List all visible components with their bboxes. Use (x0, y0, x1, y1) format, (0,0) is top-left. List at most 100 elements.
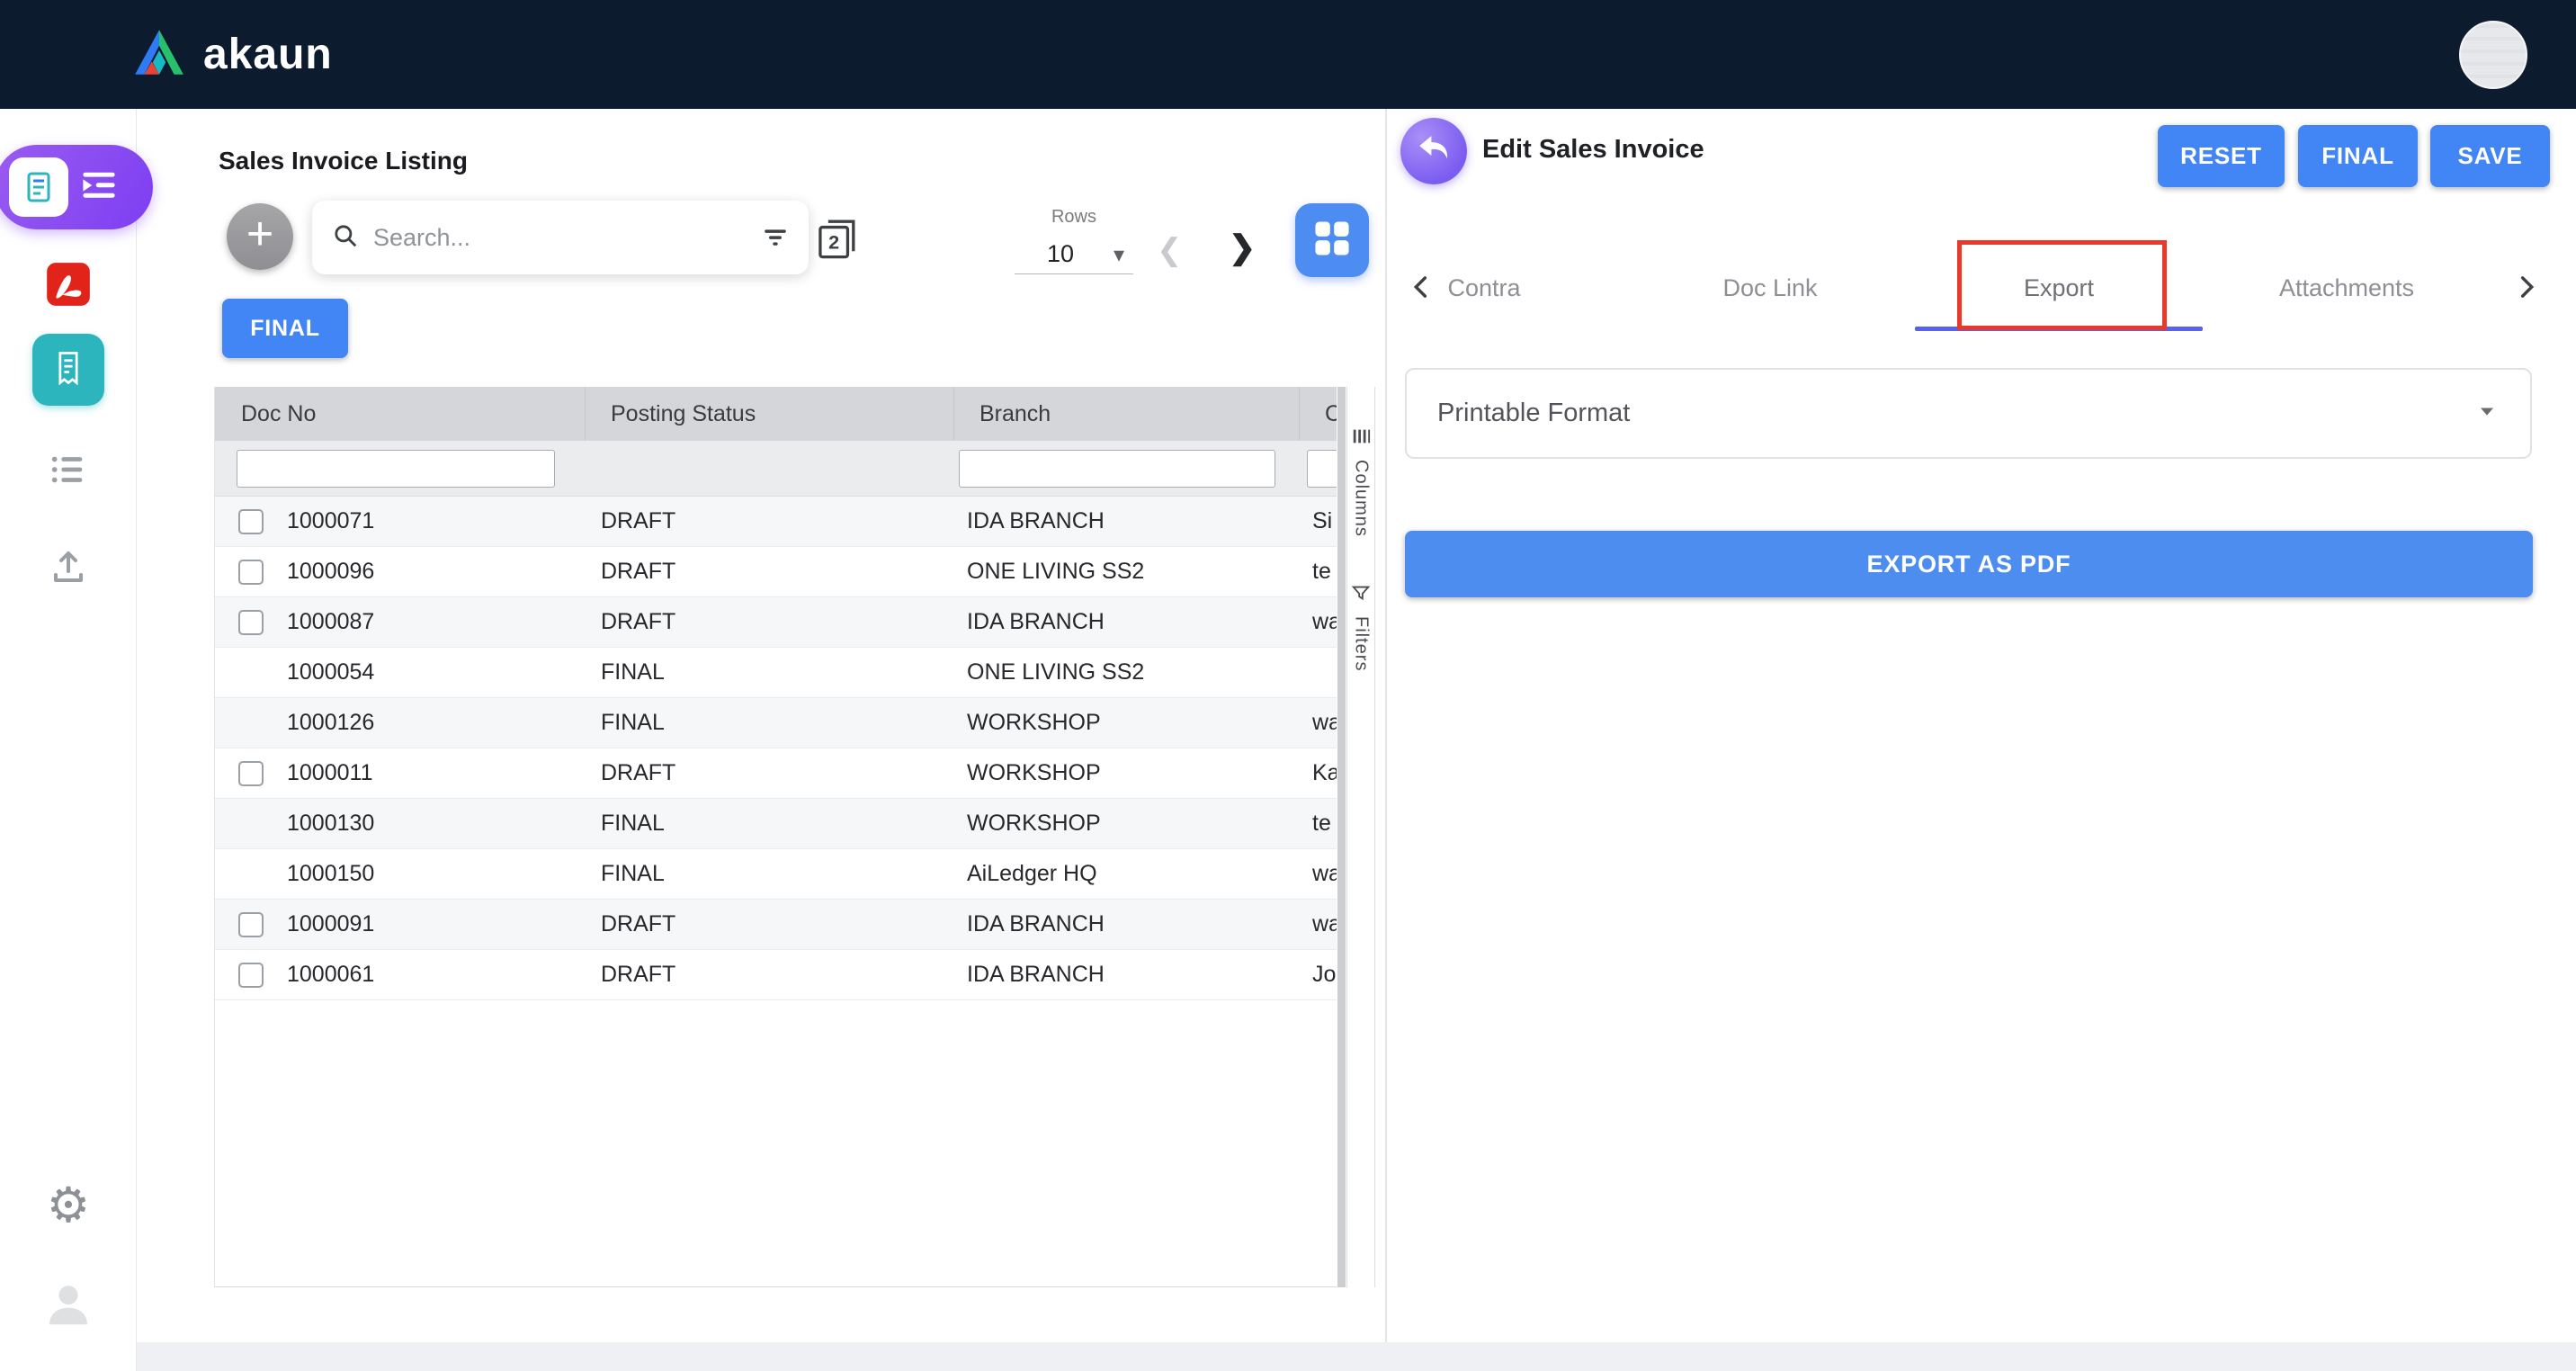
active-app-pill[interactable] (0, 145, 153, 229)
editor-title: Edit Sales Invoice (1482, 135, 1704, 165)
search-input[interactable] (373, 224, 747, 252)
cell-branch: WORKSHOP (954, 710, 1300, 736)
tabs-scroll-right-icon[interactable] (2509, 271, 2542, 308)
table-row[interactable]: 1000091 DRAFT IDA BRANCH wa (215, 900, 1337, 950)
invoice-app-icon (9, 157, 68, 217)
chevron-down-icon (2474, 399, 2500, 428)
tab-doc-link[interactable]: Doc Link (1671, 274, 1869, 302)
row-checkbox[interactable] (238, 509, 264, 534)
table-scrollbar[interactable] (1337, 387, 1346, 1287)
cell-customer: Jo (1300, 962, 1337, 988)
cell-posting-status: DRAFT (586, 609, 954, 635)
table-row[interactable]: 1000096 DRAFT ONE LIVING SS2 te (215, 547, 1337, 597)
cell-branch: WORKSHOP (954, 811, 1300, 837)
cell-posting-status: DRAFT (586, 911, 954, 937)
row-checkbox[interactable] (238, 912, 264, 937)
table-row[interactable]: 1000130 FINAL WORKSHOP te (215, 799, 1337, 849)
row-checkbox[interactable] (238, 761, 264, 786)
column-header-customer[interactable]: Cu (1300, 387, 1337, 441)
filter-input-branch[interactable] (959, 450, 1275, 488)
filter-input-customer[interactable] (1307, 450, 1337, 488)
table-row[interactable]: 1000011 DRAFT WORKSHOP Ka (215, 748, 1337, 799)
rows-per-page-select[interactable]: Rows 10 ▾ (1015, 207, 1133, 274)
cell-customer: wa (1300, 609, 1337, 635)
table-row[interactable]: 1000150 FINAL AiLedger HQ wa (215, 849, 1337, 900)
cell-doc-no: 1000091 (287, 911, 374, 937)
apps-grid-icon (1310, 217, 1354, 264)
table-row[interactable]: 1000054 FINAL ONE LIVING SS2 (215, 648, 1337, 698)
avatar-image (2461, 22, 2526, 87)
columns-panel-toggle[interactable]: Columns (1347, 426, 1374, 537)
printable-format-select[interactable]: Printable Format (1405, 368, 2532, 459)
brand-logo[interactable]: akaun (131, 0, 333, 109)
table-row[interactable]: 1000087 DRAFT IDA BRANCH wa (215, 597, 1337, 648)
settings-gear-icon[interactable]: ⚙ (0, 1181, 137, 1230)
page: akaun (0, 0, 2576, 1371)
back-button[interactable] (1400, 118, 1467, 184)
save-button[interactable]: SAVE (2430, 125, 2550, 187)
brand-name: akaun (203, 30, 333, 79)
cell-doc-no: 1000054 (287, 659, 374, 686)
cell-posting-status: DRAFT (586, 508, 954, 534)
cell-customer: te (1300, 559, 1337, 585)
filter-input-doc-no[interactable] (237, 450, 555, 488)
cell-posting-status: FINAL (586, 811, 954, 837)
columns-icon (1351, 426, 1371, 451)
row-checkbox[interactable] (238, 560, 264, 585)
add-record-button[interactable]: + (227, 203, 293, 270)
filters-label: Filters (1351, 616, 1372, 671)
sidebar-item-upload[interactable] (0, 544, 137, 587)
table-row[interactable]: 1000061 DRAFT IDA BRANCH Jo (215, 950, 1337, 1000)
cell-customer: te (1300, 811, 1337, 837)
row-checkbox[interactable] (238, 610, 264, 635)
cell-branch: WORKSHOP (954, 760, 1300, 786)
grid-view-button[interactable] (1295, 203, 1369, 277)
search-box (312, 201, 809, 274)
sidebar-item-sales-invoice-active[interactable] (32, 334, 104, 406)
top-navbar: akaun (0, 0, 2576, 109)
cell-doc-no: 1000096 (287, 559, 374, 585)
menu-indent-icon (79, 166, 119, 210)
table-row[interactable]: 1000126 FINAL WORKSHOP wa (215, 698, 1337, 748)
pdf-tool-icon[interactable] (0, 261, 137, 308)
cell-doc-no: 1000071 (287, 508, 374, 534)
reset-button[interactable]: RESET (2158, 125, 2285, 187)
columns-label: Columns (1351, 460, 1372, 537)
column-header-posting-status[interactable]: Posting Status (586, 387, 954, 441)
pagination-next-button[interactable]: ❯ (1229, 228, 1256, 266)
duplicate-pages-icon[interactable]: 2 (812, 212, 863, 263)
tab-attachments[interactable]: Attachments (2248, 274, 2446, 302)
cell-posting-status: DRAFT (586, 559, 954, 585)
final-button[interactable]: FINAL (2298, 125, 2418, 187)
cell-branch: IDA BRANCH (954, 508, 1300, 534)
row-checkbox[interactable] (238, 963, 264, 988)
cell-doc-no: 1000150 (287, 861, 374, 887)
cell-doc-no: 1000126 (287, 710, 374, 736)
column-header-branch[interactable]: Branch (954, 387, 1300, 441)
cell-customer: wa (1300, 861, 1337, 887)
export-as-pdf-button[interactable]: EXPORT AS PDF (1405, 531, 2533, 597)
tab-contra[interactable]: Contra (1385, 274, 1583, 302)
footer-person-icon[interactable] (0, 1278, 137, 1329)
tab-export[interactable]: Export (1960, 274, 2158, 302)
sidebar-item-list[interactable] (0, 449, 137, 490)
user-avatar[interactable] (2459, 21, 2527, 89)
filters-panel-toggle[interactable]: Filters (1347, 583, 1374, 671)
sidebar: ⚙ (0, 109, 137, 1371)
rows-label: Rows (1015, 207, 1133, 228)
svg-text:2: 2 (828, 231, 839, 254)
cell-doc-no: 1000087 (287, 609, 374, 635)
cell-customer: Ka (1300, 760, 1337, 786)
cell-branch: IDA BRANCH (954, 962, 1300, 988)
cell-branch: IDA BRANCH (954, 911, 1300, 937)
invoice-doc-icon (49, 348, 88, 392)
akaun-triangle-icon (131, 28, 187, 81)
final-filter-button[interactable]: FINAL (222, 299, 348, 358)
cell-doc-no: 1000011 (287, 760, 372, 786)
cell-posting-status: DRAFT (586, 760, 954, 786)
table-filter-row (215, 441, 1337, 497)
column-header-doc-no[interactable]: Doc No (215, 387, 586, 441)
table-row[interactable]: 1000071 DRAFT IDA BRANCH Si (215, 497, 1337, 547)
pagination-prev-button[interactable]: ❮ (1157, 232, 1183, 268)
filter-list-icon[interactable] (762, 224, 789, 251)
